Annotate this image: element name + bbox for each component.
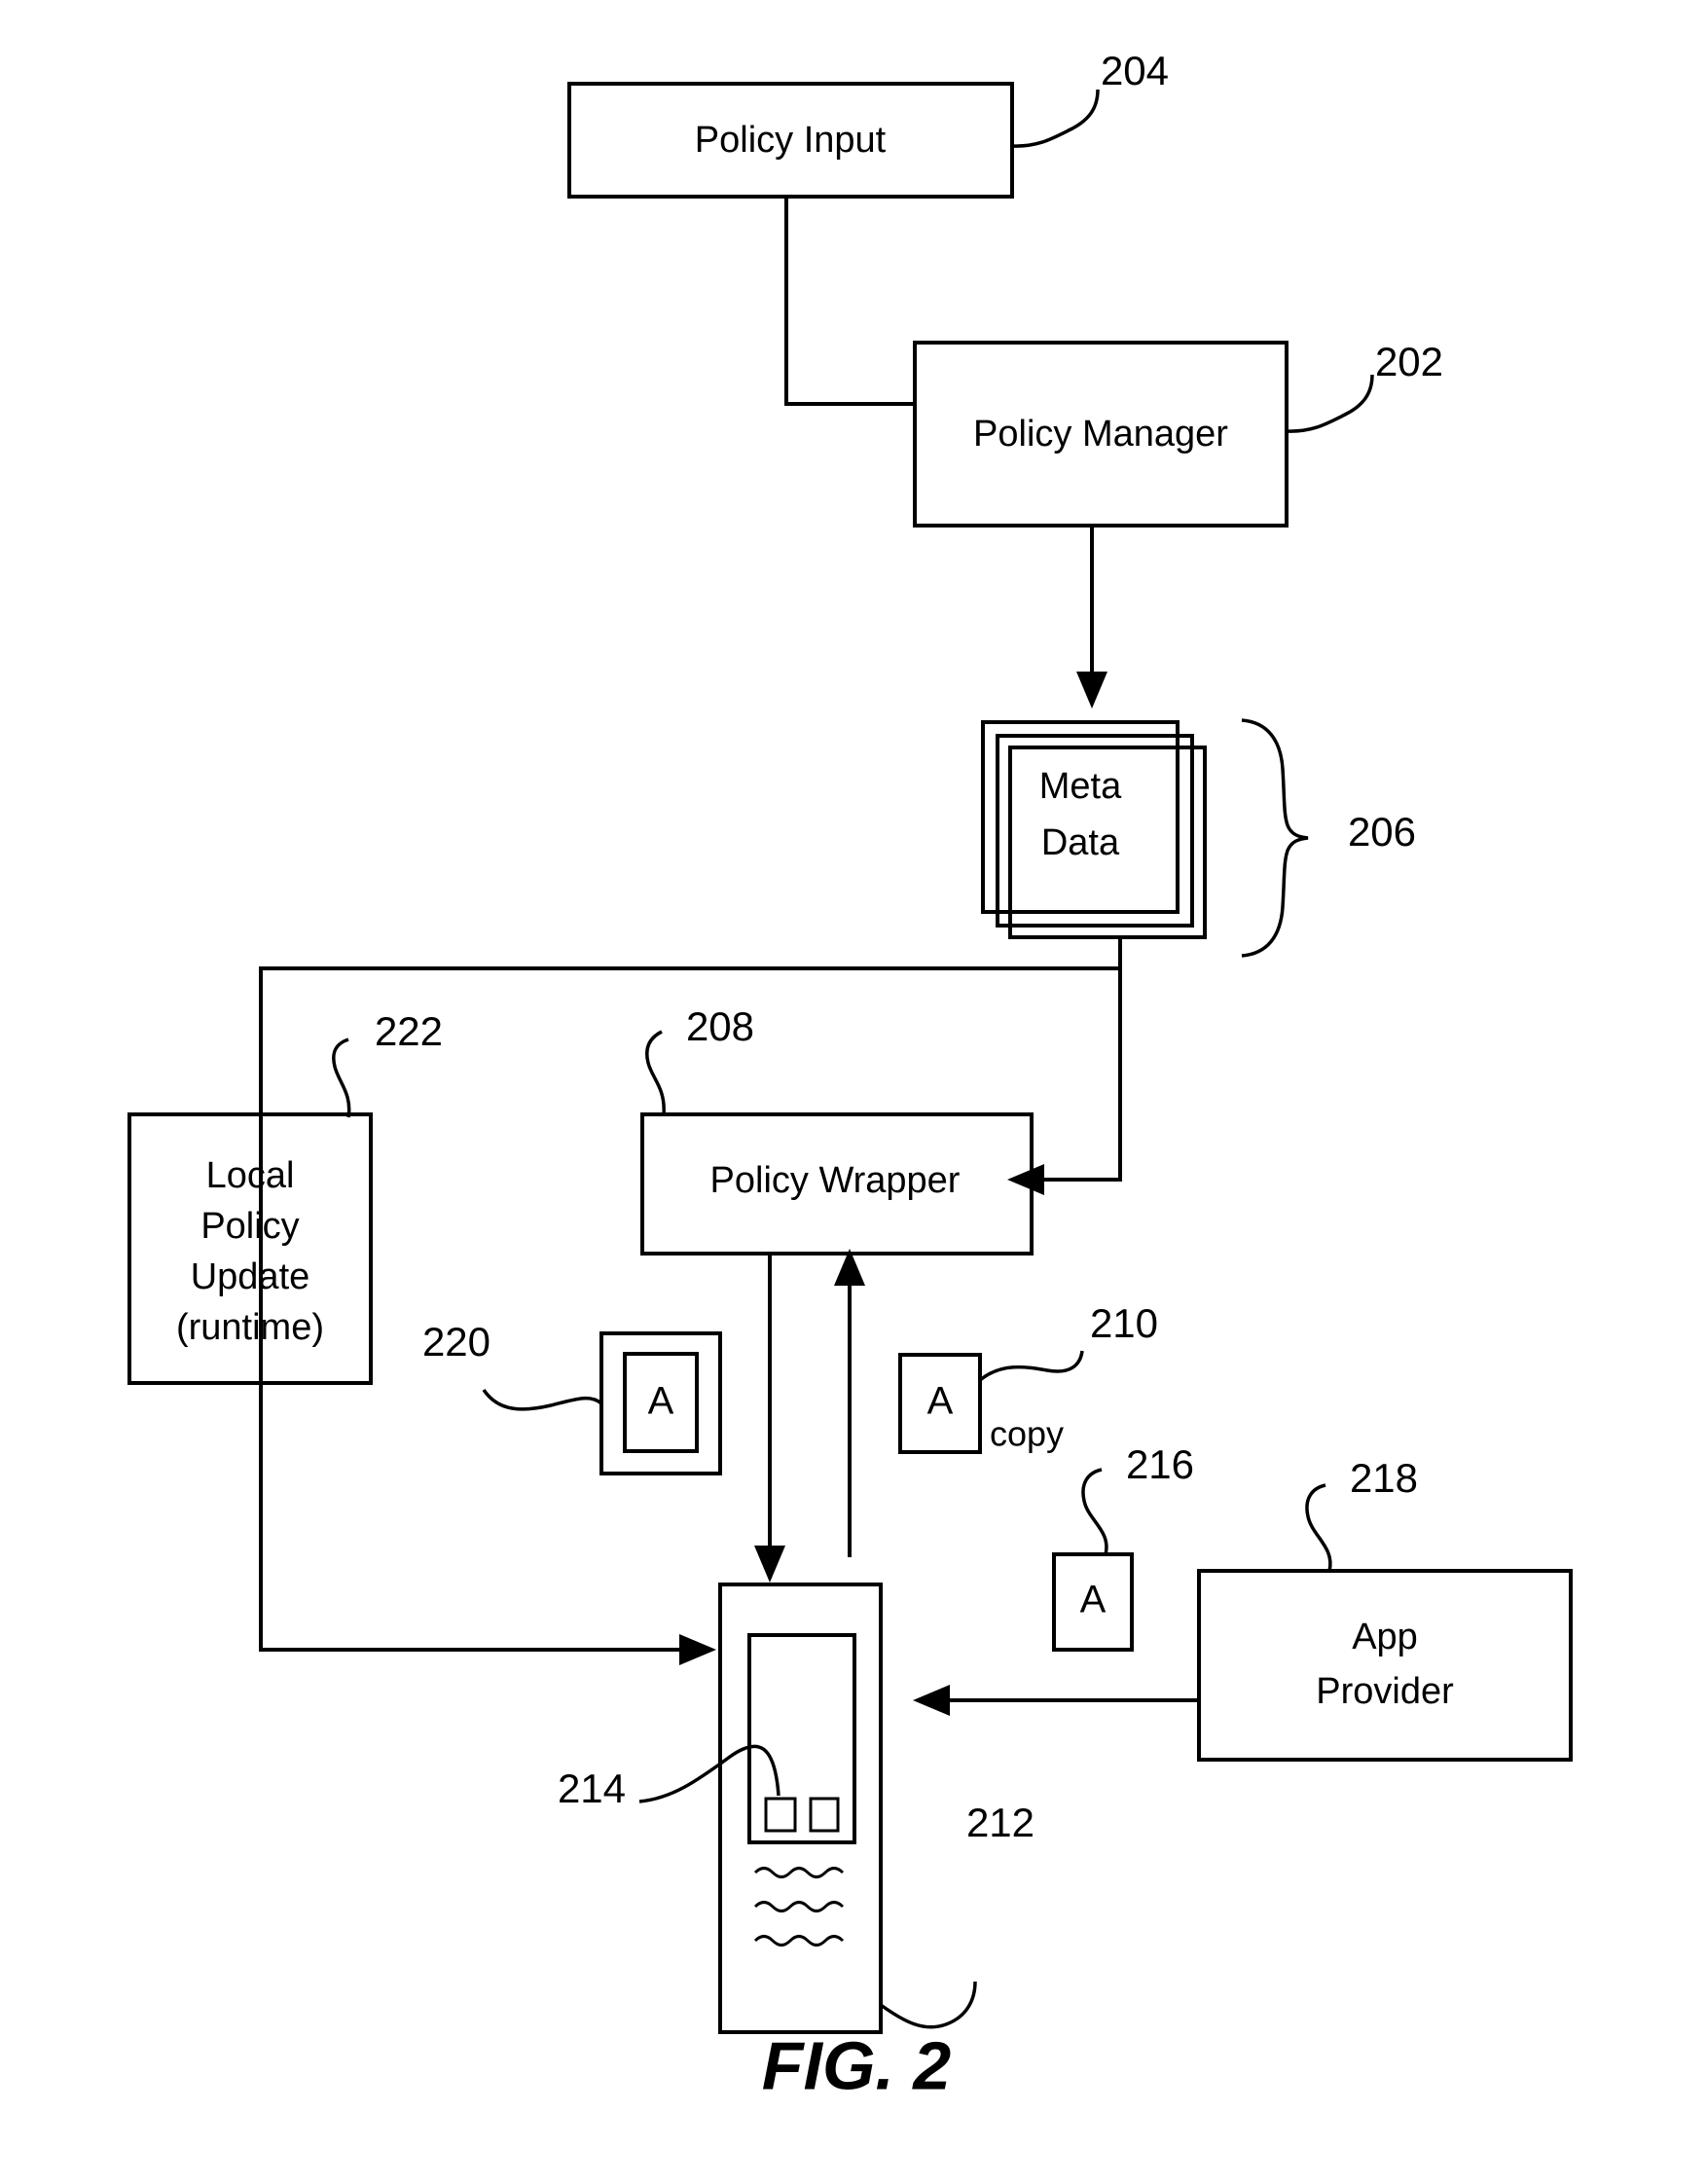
leader-line-218 (1305, 1483, 1332, 1572)
node-wrapped-app[interactable]: A (599, 1331, 722, 1475)
mobile-phone-icon[interactable] (718, 1583, 883, 2034)
node-policy-manager[interactable]: Policy Manager (913, 341, 1289, 528)
curly-brace-icon (1241, 718, 1309, 958)
ref-218: 218 (1350, 1455, 1418, 1501)
local-policy-update-line3: Update (191, 1256, 310, 1297)
arrow-right-icon (679, 1634, 716, 1665)
node-policy-wrapper[interactable]: Policy Wrapper (640, 1112, 1034, 1256)
device-softkey-right[interactable] (809, 1797, 840, 1833)
leader-line-210 (978, 1350, 1084, 1382)
patent-figure: Policy Input 204 Policy Manager 202 Meta… (0, 0, 1706, 2184)
leader-line-222 (332, 1037, 351, 1118)
policy-manager-label: Policy Manager (973, 414, 1228, 455)
ref-208: 208 (686, 1003, 754, 1049)
local-policy-update-line1: Local (206, 1155, 295, 1196)
app-provider-box[interactable] (1197, 1569, 1573, 1762)
meta-data-label-line2: Data (1041, 822, 1120, 863)
local-policy-update-line2: Policy (200, 1206, 299, 1247)
app-provider-line2: Provider (1316, 1671, 1454, 1712)
node-meta-data[interactable]: Meta Data (981, 720, 1207, 939)
ref-222: 222 (375, 1008, 443, 1054)
node-policy-input[interactable]: Policy Input (567, 82, 1014, 199)
leader-line-220 (482, 1388, 603, 1411)
ref-210: 210 (1090, 1300, 1158, 1346)
device-keypad-icon (753, 1867, 845, 1947)
node-app-provider[interactable]: App Provider (1197, 1569, 1573, 1762)
local-policy-update-line4: (runtime) (176, 1307, 324, 1348)
wrapped-app-letter: A (648, 1380, 674, 1423)
leader-line-214 (638, 1744, 780, 1803)
leader-line-208 (645, 1030, 666, 1115)
arrow-left-icon (913, 1685, 950, 1716)
diagram-canvas: Policy Input 204 Policy Manager 202 Meta… (127, 48, 1573, 2103)
arrow-down-icon (1076, 672, 1107, 709)
leader-line-212 (879, 1981, 977, 2029)
node-local-policy-update[interactable]: Local Policy Update (runtime) (127, 1112, 373, 1385)
ref-214: 214 (558, 1765, 626, 1811)
leader-line-202 (1286, 374, 1374, 433)
ref-204: 204 (1101, 48, 1169, 93)
app-copy-caption: copy (990, 1414, 1064, 1454)
policy-wrapper-label: Policy Wrapper (710, 1160, 961, 1201)
ref-220: 220 (422, 1319, 490, 1365)
ref-206: 206 (1348, 809, 1416, 855)
node-app-original[interactable]: A (1052, 1552, 1134, 1652)
app-provider-line1: App (1352, 1617, 1418, 1657)
connector-metadata-to-wrapper (1032, 937, 1122, 1182)
connector-policy-input-to-manager (784, 197, 915, 406)
policy-input-label: Policy Input (695, 120, 887, 161)
arrow-left-icon (1007, 1164, 1044, 1195)
leader-line-204 (1011, 89, 1100, 148)
arrow-down-icon (754, 1546, 785, 1583)
app-copy-letter: A (927, 1380, 954, 1423)
node-mobile-device[interactable] (718, 1583, 883, 2034)
ref-212: 212 (966, 1800, 1034, 1845)
leader-line-216 (1081, 1468, 1108, 1555)
device-softkey-left[interactable] (764, 1797, 797, 1833)
meta-data-label-line1: Meta (1039, 766, 1122, 807)
ref-216: 216 (1126, 1441, 1194, 1487)
ref-202: 202 (1375, 339, 1443, 384)
figure-caption: FIG. 2 (762, 2027, 952, 2103)
app-original-letter: A (1080, 1579, 1107, 1621)
